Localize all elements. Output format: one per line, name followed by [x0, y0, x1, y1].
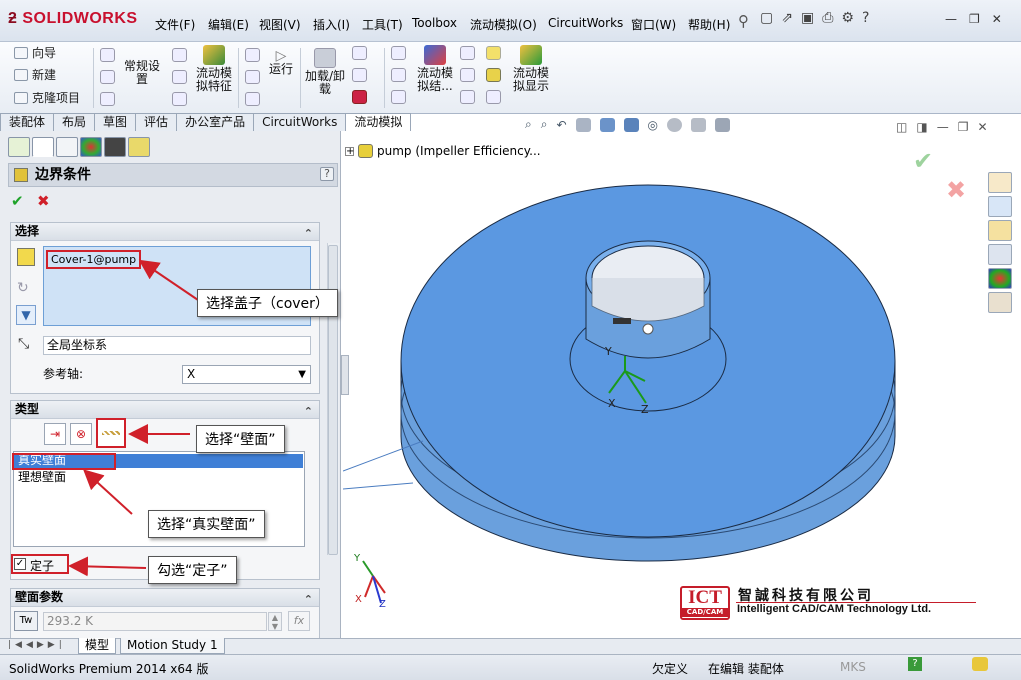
- callout-select-wall: 选择“壁面”: [196, 425, 285, 453]
- company-name-en: Intelligent CAD/CAM Technology Ltd.: [737, 603, 932, 615]
- tab-scroll-arrows[interactable]: |◀◀▶▶|: [8, 640, 66, 650]
- help-status-icon[interactable]: ?: [908, 657, 922, 671]
- tag-icon[interactable]: [972, 657, 988, 671]
- status-product: SolidWorks Premium 2014 x64 版: [9, 662, 209, 676]
- status-editing: 在编辑 装配体: [708, 662, 784, 676]
- callout-check-stator: 勾选“定子”: [148, 556, 237, 584]
- tab-motion-study-1[interactable]: Motion Study 1: [120, 638, 225, 654]
- tab-model[interactable]: 模型: [78, 638, 117, 654]
- status-units[interactable]: MKS: [840, 660, 866, 674]
- status-definition: 欠定义: [652, 662, 689, 676]
- callout-select-real-wall: 选择“真实壁面”: [148, 510, 265, 538]
- callout-select-cover: 选择盖子（cover）: [197, 289, 338, 317]
- ict-logo: ICT CAD/CAM: [680, 586, 730, 620]
